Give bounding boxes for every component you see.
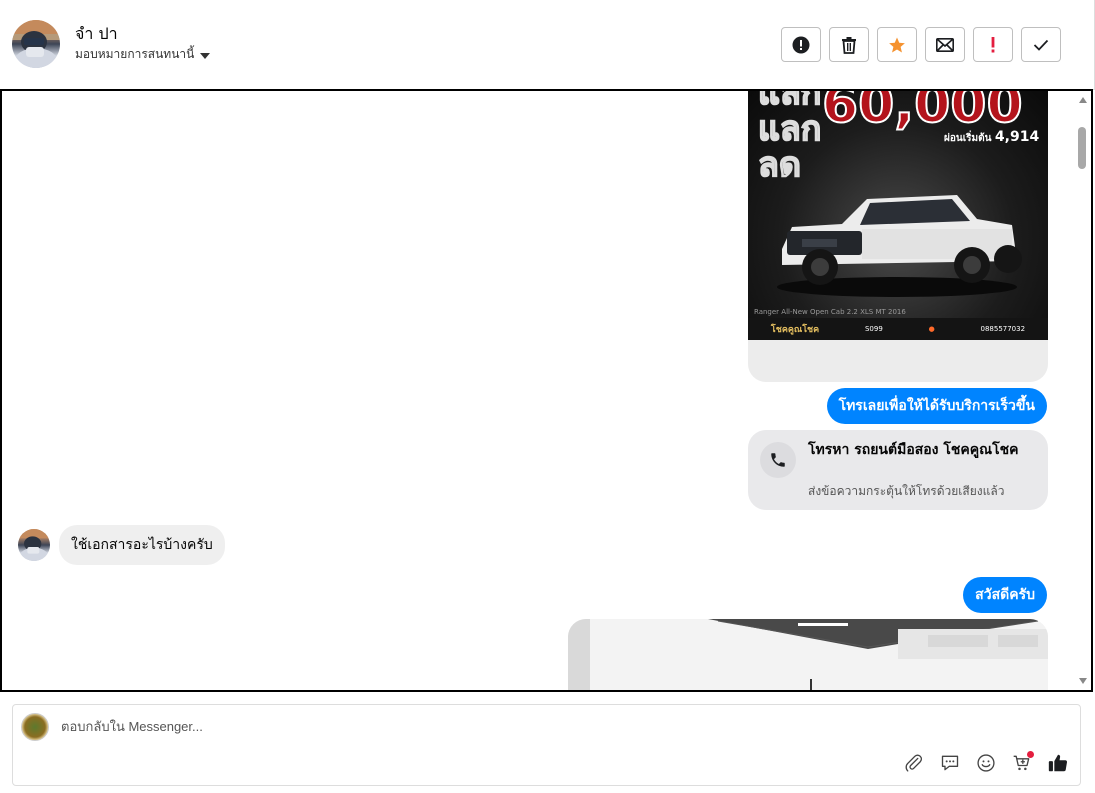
paperclip-icon — [905, 754, 923, 772]
page-avatar — [21, 713, 49, 741]
incoming-message-question[interactable]: ใช้เอกสารอะไรบ้างครับ — [59, 525, 225, 565]
reply-composer — [12, 704, 1081, 786]
call-request-card[interactable]: โทรหา รถยนต์มือสอง โชคคูณโชค ส่งข้อความก… — [748, 430, 1048, 510]
alert-circle-icon — [792, 36, 810, 53]
ad-installment-label: ผ่อนเริ่มต้น — [944, 133, 992, 144]
envelope-icon — [936, 37, 954, 52]
showroom-photo — [568, 619, 1048, 690]
assign-conversation-dropdown[interactable]: มอบหมายการสนทนานี้ — [75, 45, 211, 64]
spam-button[interactable] — [781, 27, 821, 62]
smiley-icon — [977, 754, 995, 772]
delete-button[interactable] — [829, 27, 869, 62]
emoji-button[interactable] — [974, 751, 998, 775]
star-icon — [889, 37, 905, 52]
scroll-down-arrow-icon[interactable] — [1079, 678, 1087, 684]
ad-brand: โชคคูณโชค — [770, 325, 820, 335]
conversation-actions — [781, 27, 1061, 62]
ad-image: แลก แลก ลด 60,000 ผ่อนเริ่มต้น 4,914 Range… — [748, 91, 1048, 340]
notification-dot — [1027, 751, 1034, 758]
thumbs-up-icon — [1048, 754, 1068, 772]
message-thread[interactable]: แลก แลก ลด 60,000 ผ่อนเริ่มต้น 4,914 Range… — [0, 89, 1093, 692]
star-button[interactable] — [877, 27, 917, 62]
contact-avatar[interactable] — [12, 20, 60, 68]
call-card-subtitle: ส่งข้อความกระตุ้นให้โทรด้วยเสียงแล้ว — [808, 484, 1005, 498]
exclamation-icon — [991, 36, 995, 52]
important-button[interactable] — [973, 27, 1013, 62]
ad-installment: ผ่อนเริ่มต้น 4,914 — [944, 129, 1039, 146]
ad-footer: โชคคูณโชค S099 ● 0885577032 — [748, 318, 1048, 340]
pickup-truck-image — [777, 195, 1022, 297]
photo-message[interactable] — [568, 619, 1048, 690]
call-card-title: โทรหา รถยนต์มือสอง โชคคูณโชค — [808, 442, 1019, 458]
done-button[interactable] — [1021, 27, 1061, 62]
scroll-up-arrow-icon[interactable] — [1079, 97, 1087, 103]
ad-installment-value: 4,914 — [994, 129, 1040, 145]
contact-name: จำ ปา — [75, 24, 118, 43]
scroll-thumb[interactable] — [1078, 127, 1086, 169]
ad-image-message[interactable]: แลก แลก ลด 60,000 ผ่อนเริ่มต้น 4,914 Range… — [748, 91, 1048, 382]
ad-code: S099 — [864, 325, 883, 333]
like-button[interactable] — [1046, 751, 1070, 775]
assign-label: มอบหมายการสนทนานี้ — [75, 47, 195, 61]
mark-unread-button[interactable] — [925, 27, 965, 62]
trash-icon — [842, 36, 856, 54]
ad-phone: 0885577032 — [980, 325, 1026, 333]
location-pin-icon: ● — [928, 325, 935, 333]
chat-bubble-icon — [941, 755, 959, 771]
reply-input[interactable] — [61, 719, 961, 734]
shop-cart-button[interactable] — [1010, 751, 1034, 775]
check-icon — [1033, 39, 1049, 51]
composer-tools — [902, 751, 1070, 775]
saved-replies-button[interactable] — [938, 751, 962, 775]
conversation-header: จำ ปา มอบหมายการสนทนานี้ — [0, 0, 1095, 90]
ad-model-text: Ranger All-New Open Cab 2.2 XLS MT 2016 — [754, 308, 906, 316]
outgoing-message-call-prompt[interactable]: โทรเลยเพื่อให้ได้รับบริการเร็วขึ้น — [826, 388, 1047, 424]
attach-button[interactable] — [902, 751, 926, 775]
contact-avatar-small[interactable] — [18, 529, 50, 567]
thread-scrollbar[interactable] — [1075, 91, 1091, 690]
phone-icon — [760, 442, 796, 478]
chevron-down-icon — [200, 52, 211, 59]
outgoing-message-greeting[interactable]: สวัสดีครับ — [963, 577, 1047, 613]
